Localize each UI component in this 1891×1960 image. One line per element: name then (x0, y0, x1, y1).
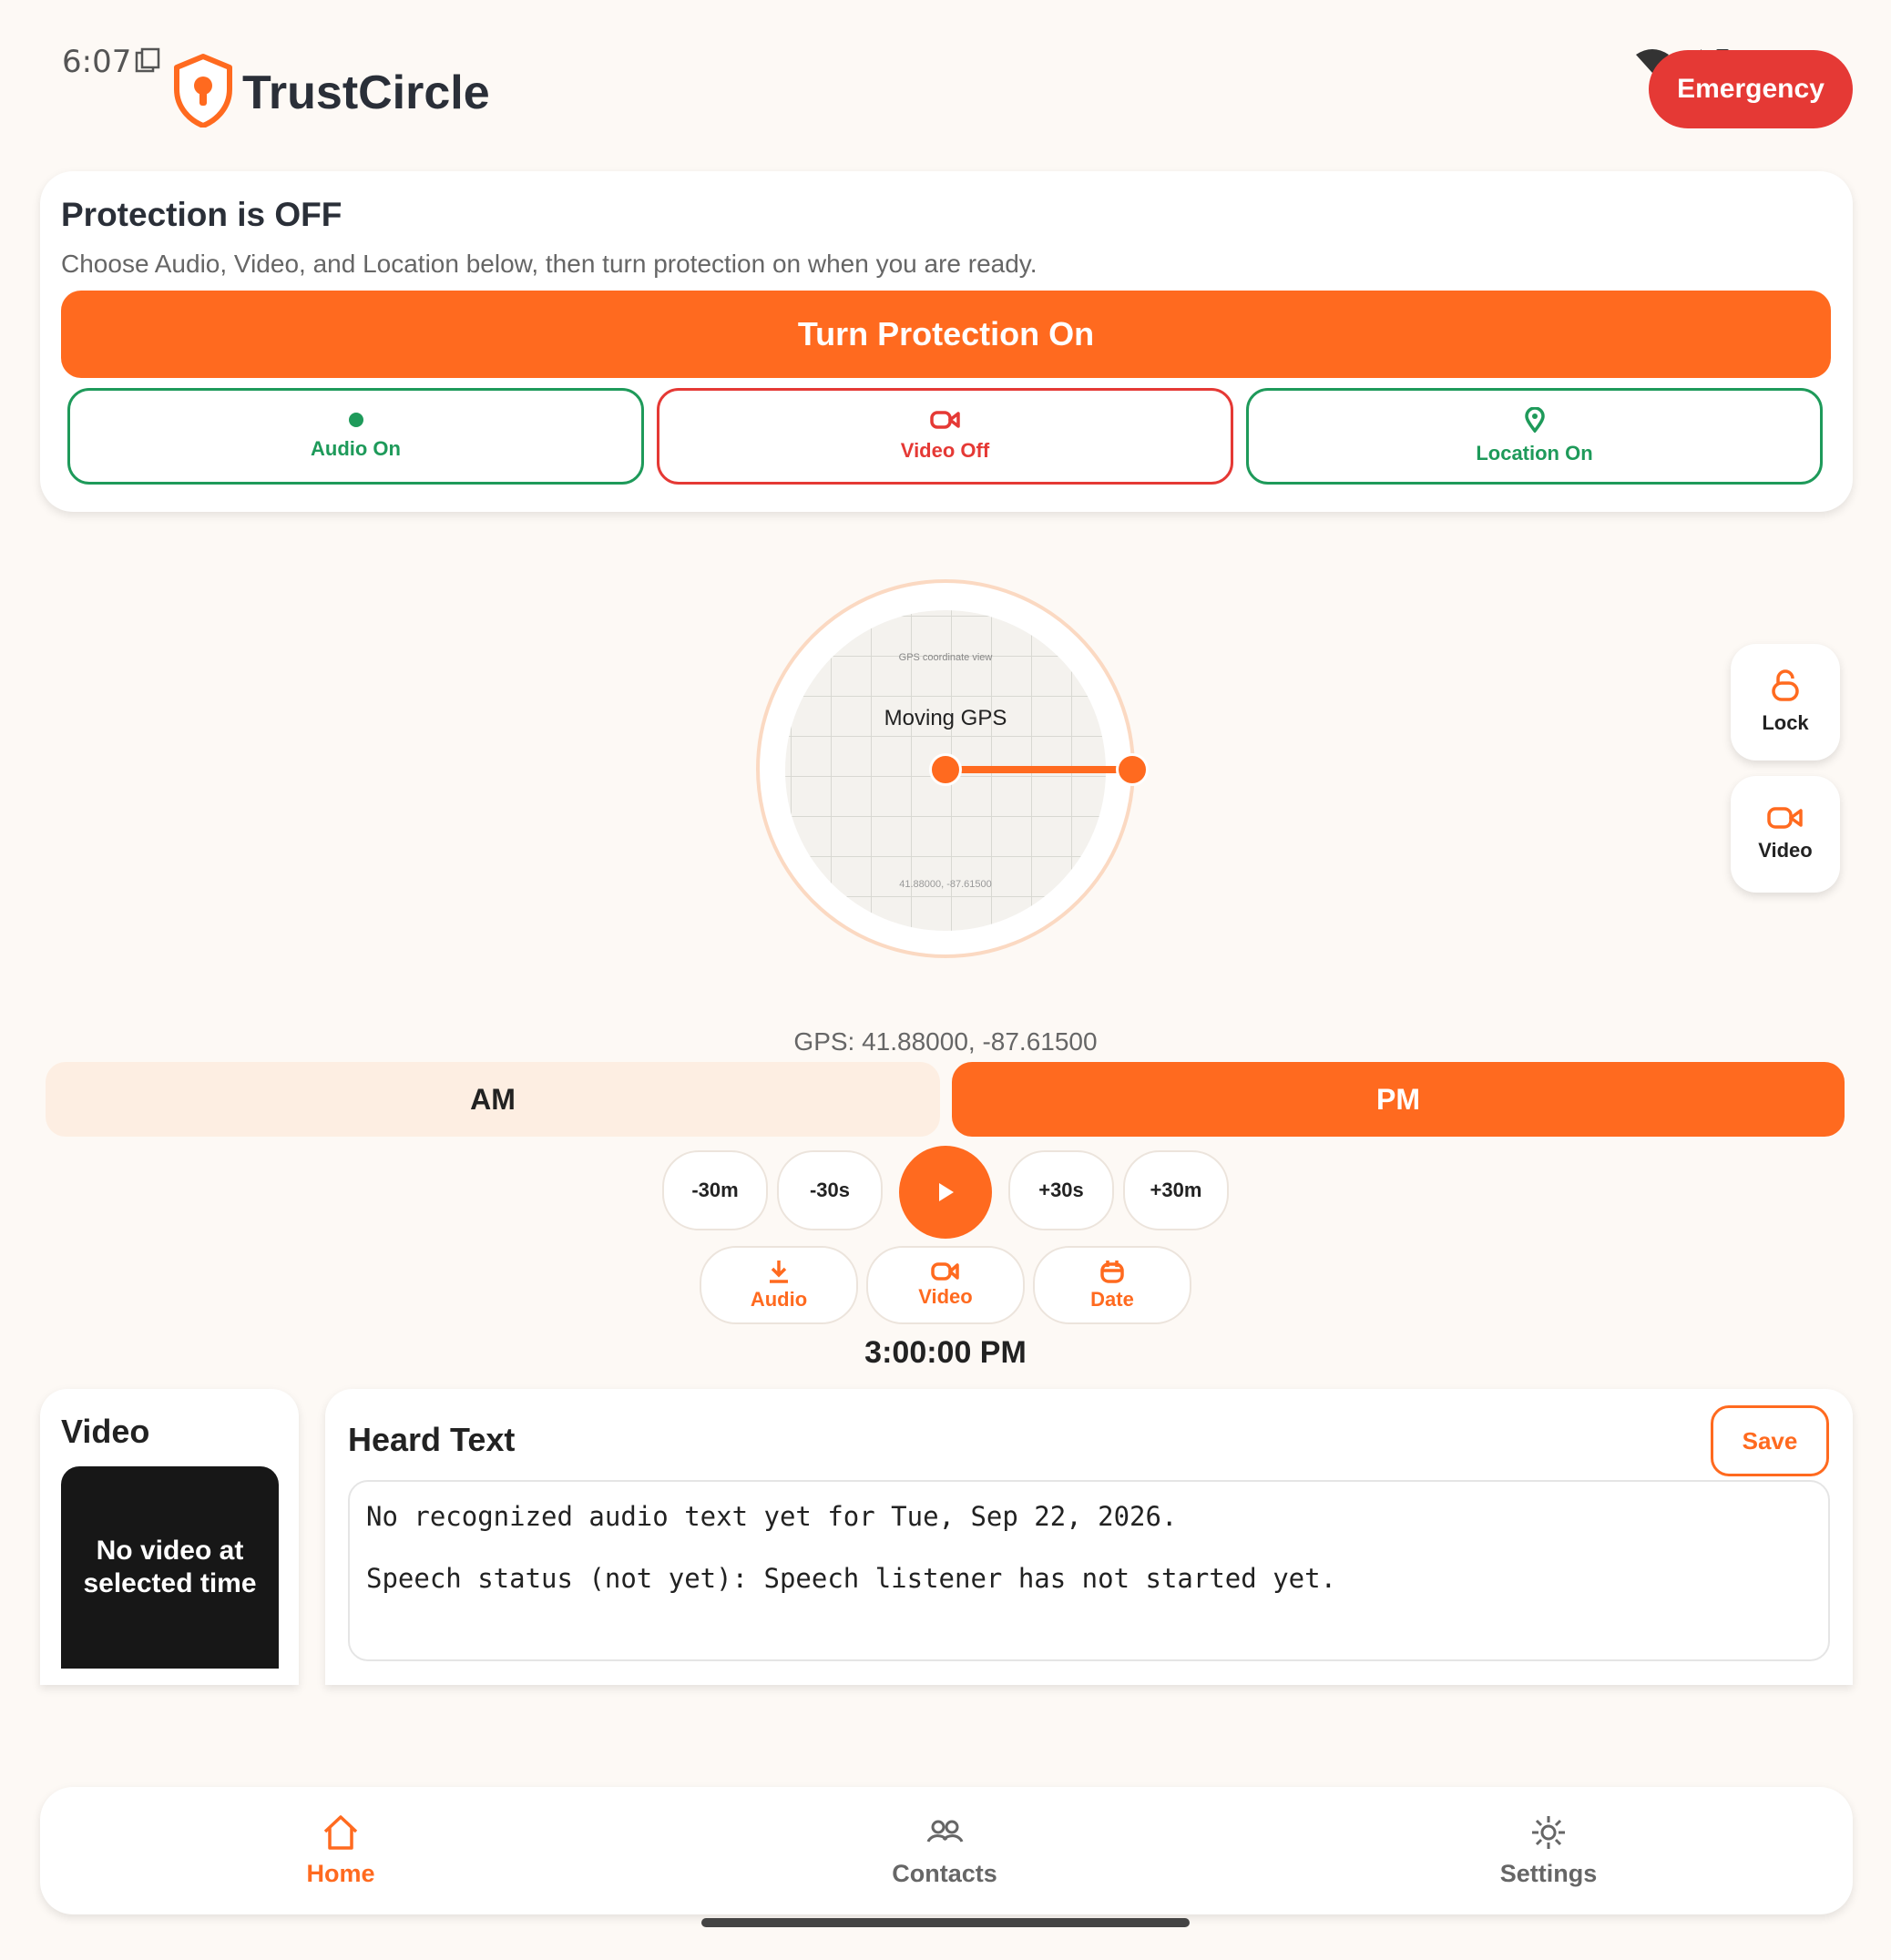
shield-logo-icon (174, 54, 232, 128)
gps-track-line (946, 766, 1132, 773)
video-record-button[interactable]: Video (1731, 776, 1840, 893)
download-audio-label: Audio (750, 1288, 808, 1311)
speech-status-line: Speech status (not yet): Speech listener… (366, 1563, 1337, 1594)
video-toggle-button[interactable]: Video Off (657, 388, 1233, 485)
gps-coordinates-text: GPS: 41.88000, -87.61500 (793, 1027, 1098, 1056)
heard-text-title: Heard Text (348, 1421, 516, 1458)
turn-protection-on-button[interactable]: Turn Protection On (61, 291, 1831, 378)
play-icon (939, 1183, 954, 1201)
download-icon (770, 1261, 788, 1283)
gps-ring-marker (1116, 753, 1149, 786)
audio-toggle-button[interactable]: Audio On (67, 388, 644, 485)
app-title: TrustCircle (242, 66, 490, 119)
play-button[interactable] (899, 1146, 992, 1239)
nav-settings-label: Settings (1499, 1860, 1598, 1887)
audio-toggle-label: Audio On (311, 437, 401, 460)
video-camera-icon (929, 411, 960, 429)
nav-home-label: Home (306, 1860, 375, 1887)
pm-toggle[interactable]: PM (952, 1062, 1845, 1137)
pick-date-button[interactable]: Date (1033, 1246, 1191, 1324)
download-audio-button[interactable]: Audio (700, 1246, 858, 1324)
contacts-icon (926, 1820, 964, 1843)
seek-plus-30s-button[interactable]: +30s (1008, 1150, 1114, 1230)
lock-label: Lock (1762, 711, 1809, 734)
lock-icon (1772, 669, 1799, 701)
map-caption: GPS coordinate view (898, 652, 993, 663)
seek-plus-30m-button[interactable]: +30m (1123, 1150, 1229, 1230)
video-panel-title: Video (61, 1413, 150, 1450)
video-camera-icon (931, 1262, 959, 1281)
location-toggle-label: Location On (1476, 442, 1593, 464)
heard-text-line: No recognized audio text yet for Tue, Se… (366, 1501, 1178, 1532)
home-indicator[interactable] (701, 1918, 1190, 1927)
nav-settings[interactable]: Settings (1412, 1812, 1685, 1888)
emergency-button[interactable]: Emergency (1649, 50, 1853, 128)
export-video-label: Video (918, 1285, 973, 1308)
map-coordinates: 41.88000, -87.61500 (899, 879, 992, 890)
gps-current-dot (929, 753, 962, 786)
am-toggle[interactable]: AM (46, 1062, 940, 1137)
nav-contacts[interactable]: Contacts (808, 1812, 1081, 1888)
map-status: Moving GPS (884, 706, 1007, 730)
status-time: 6:07 (62, 44, 132, 80)
pick-date-label: Date (1090, 1288, 1134, 1311)
home-icon (323, 1815, 358, 1850)
lock-button[interactable]: Lock (1731, 644, 1840, 761)
protection-status-title: Protection is OFF (61, 196, 342, 233)
video-toggle-label: Video Off (900, 439, 990, 462)
location-pin-icon (1524, 407, 1545, 433)
calendar-icon (1100, 1261, 1124, 1283)
location-toggle-button[interactable]: Location On (1246, 388, 1823, 485)
screenshot-notification-icon (135, 47, 160, 73)
protection-instructions: Choose Audio, Video, and Location below,… (61, 250, 1037, 278)
heard-text-box[interactable]: No recognized audio text yet for Tue, Se… (348, 1480, 1830, 1661)
seek-minus-30m-button[interactable]: -30m (662, 1150, 768, 1230)
seek-minus-30s-button[interactable]: -30s (777, 1150, 883, 1230)
video-player[interactable]: No video at selected time (61, 1466, 279, 1669)
no-video-message: No video at selected time (83, 1536, 257, 1598)
dot-icon (348, 413, 363, 427)
nav-home[interactable]: Home (204, 1812, 477, 1888)
video-camera-icon (1767, 807, 1803, 829)
export-video-button[interactable]: Video (866, 1246, 1025, 1324)
settings-gear-icon (1532, 1816, 1565, 1849)
nav-contacts-label: Contacts (892, 1860, 997, 1887)
selected-time: 3:00:00 PM (864, 1335, 1027, 1370)
video-record-label: Video (1758, 839, 1813, 862)
save-button[interactable]: Save (1711, 1405, 1829, 1476)
